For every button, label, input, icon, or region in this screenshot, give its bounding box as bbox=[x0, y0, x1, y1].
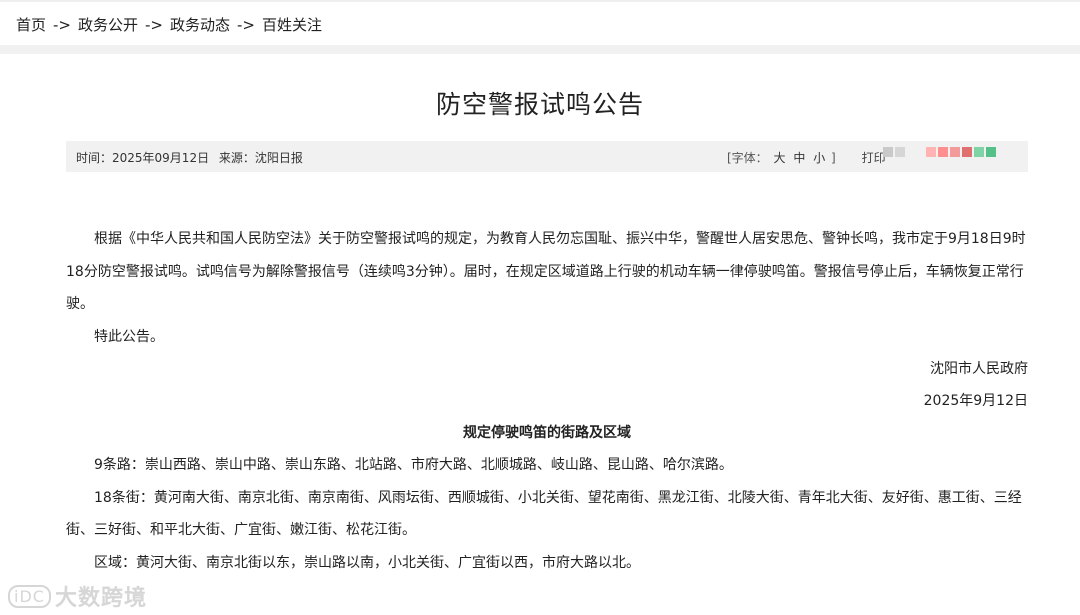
article-meta-bar: 时间：2025年09月12日 来源：沈阳日报 [字体： 大 中 小 ] 打印 bbox=[66, 141, 1028, 172]
article-source: 来源：沈阳日报 bbox=[218, 151, 303, 165]
route-list-area: 区域：黄河大街、南京北街以东，崇山路以南，小北关街、广宜街以西，市府大路以北。 bbox=[94, 554, 640, 571]
watermark-logo: iDC bbox=[8, 585, 51, 608]
top-border bbox=[0, 0, 1080, 2]
share-icon[interactable] bbox=[926, 147, 936, 157]
breadcrumb-gov-news[interactable]: 政务动态 bbox=[170, 16, 230, 34]
font-label-open: [字体： bbox=[727, 151, 768, 165]
font-size-small-button[interactable]: 小 bbox=[813, 151, 825, 165]
article-body: 根据《中华人民共和国人民防空法》关于防空警报试鸣的规定，为教育人民勿忘国耻、振兴… bbox=[66, 223, 1028, 579]
font-label-close: ] bbox=[831, 151, 836, 165]
share-icons bbox=[926, 147, 996, 157]
share-icon[interactable] bbox=[974, 147, 984, 157]
route-list-streets: 18条街：黄河南大街、南京北街、南京南街、风雨坛街、西顺城街、小北关街、望花南街… bbox=[66, 489, 1022, 539]
page-title: 防空警报试鸣公告 bbox=[435, 90, 644, 119]
signature: 沈阳市人民政府 bbox=[930, 361, 1028, 377]
share-icon[interactable] bbox=[986, 147, 996, 157]
font-size-large-button[interactable]: 大 bbox=[774, 151, 786, 165]
publish-time: 时间：2025年09月12日 bbox=[76, 151, 210, 165]
header-divider bbox=[0, 45, 1080, 54]
share-icon[interactable] bbox=[938, 147, 948, 157]
breadcrumb: 首页 -> 政务公开 -> 政务动态 -> 百姓关注 bbox=[16, 14, 322, 35]
breadcrumb-home[interactable]: 首页 bbox=[16, 16, 46, 34]
breadcrumb-gov-open[interactable]: 政务公开 bbox=[78, 16, 138, 34]
share-icon[interactable] bbox=[883, 147, 893, 157]
breadcrumb-public-concern[interactable]: 百姓关注 bbox=[262, 16, 322, 34]
print-button[interactable]: 打印 bbox=[862, 151, 886, 165]
breadcrumb-separator: -> bbox=[237, 16, 255, 34]
font-size-medium-button[interactable]: 中 bbox=[793, 151, 805, 165]
watermark-text: 大数跨境 bbox=[54, 586, 147, 611]
share-icon[interactable] bbox=[962, 147, 972, 157]
watermark: iDC 大数跨境 bbox=[8, 580, 147, 612]
body-paragraph: 根据《中华人民共和国人民防空法》关于防空警报试鸣的规定，为教育人民勿忘国耻、振兴… bbox=[66, 231, 1026, 312]
section-subtitle: 规定停驶鸣笛的街路及区域 bbox=[463, 425, 631, 441]
breadcrumb-separator: -> bbox=[145, 16, 163, 34]
closing-statement: 特此公告。 bbox=[94, 328, 164, 345]
signature-date: 2025年9月12日 bbox=[923, 393, 1028, 409]
breadcrumb-separator: -> bbox=[53, 16, 71, 34]
share-icon[interactable] bbox=[950, 147, 960, 157]
route-list-roads: 9条路：崇山西路、崇山中路、崇山东路、北站路、市府大路、北顺城路、岐山路、昆山路… bbox=[94, 457, 733, 473]
share-icons bbox=[883, 147, 905, 157]
share-icon[interactable] bbox=[895, 147, 905, 157]
font-size-control: [字体： 大 中 小 ] bbox=[727, 151, 840, 165]
